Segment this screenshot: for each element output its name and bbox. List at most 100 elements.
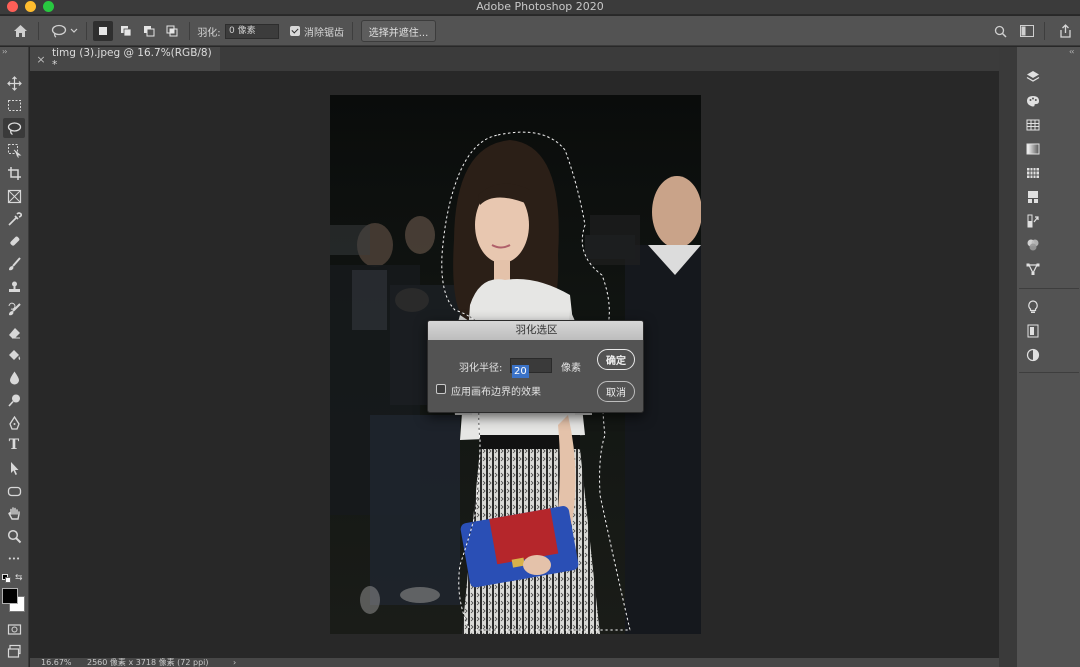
subtract-from-selection-button[interactable] (139, 21, 159, 41)
paint-bucket-tool[interactable] (3, 345, 25, 365)
feather-radius-input[interactable]: 20 (510, 358, 552, 378)
channels-panel-button[interactable] (1024, 236, 1042, 254)
clone-stamp-tool[interactable] (3, 277, 25, 297)
type-tool[interactable]: T (3, 435, 25, 455)
frame-icon (7, 189, 21, 203)
tools-panel: ›› T ••• ⇆ (0, 47, 29, 667)
patterns-panel-button[interactable] (1024, 164, 1042, 182)
pattern-icon (1027, 168, 1039, 178)
workspace-switcher[interactable] (1016, 16, 1038, 46)
document-tab[interactable]: × timg (3).jpeg @ 16.7%(RGB/8) * (30, 47, 220, 71)
move-icon (6, 75, 22, 91)
zoom-level[interactable]: 16.67% (41, 658, 72, 667)
subtract-selection-icon (144, 26, 155, 37)
cancel-button[interactable]: 取消 (597, 381, 635, 402)
adjustments-panel-button[interactable] (1024, 212, 1042, 230)
document-size: 2560 像素 x 3718 像素 (72 ppi) (87, 658, 209, 667)
gradient-icon (1026, 143, 1040, 155)
quick-mask-button[interactable] (3, 619, 25, 639)
intersect-selection-icon (166, 25, 178, 37)
frame-tool[interactable] (3, 186, 25, 206)
feather-radius-value: 20 (512, 365, 529, 378)
apply-canvas-bounds-checkbox[interactable] (436, 384, 446, 394)
home-icon (13, 25, 27, 37)
crop-tool[interactable] (3, 163, 25, 183)
share-icon (1059, 24, 1071, 38)
hand-tool[interactable] (3, 503, 25, 523)
libraries-panel-button[interactable] (1024, 188, 1042, 206)
bandage-icon (9, 236, 19, 246)
tool-preset-picker[interactable] (46, 16, 82, 46)
healing-brush-tool[interactable] (3, 231, 25, 251)
styles-panel-button[interactable] (1024, 346, 1042, 364)
object-select-icon (7, 143, 21, 158)
layers-icon (1026, 71, 1040, 82)
swap-colors-icon[interactable]: ⇆ (15, 573, 23, 583)
contrast-icon (1026, 348, 1040, 362)
eyedropper-icon (7, 211, 22, 226)
options-bar: 羽化: 0 像素 消除锯齿 选择并遮住... (0, 16, 1080, 46)
feather-label: 羽化: (197, 27, 221, 39)
new-selection-button[interactable] (93, 21, 113, 41)
home-button[interactable] (6, 16, 34, 46)
swatches-panel-button[interactable] (1024, 116, 1042, 134)
search-button[interactable] (990, 16, 1010, 46)
learn-panel-button[interactable] (1024, 298, 1042, 316)
status-menu-arrow[interactable]: › (233, 658, 236, 667)
libraries-icon (1028, 191, 1038, 203)
document-tab-bar: × timg (3).jpeg @ 16.7%(RGB/8) * (30, 47, 999, 71)
marquee-tool[interactable] (3, 95, 25, 115)
feather-input[interactable]: 0 像素 (225, 24, 279, 39)
adjustments-icon (1027, 214, 1039, 228)
gradients-panel-button[interactable] (1024, 140, 1042, 158)
antialias-label: 消除锯齿 (304, 27, 344, 39)
eyedropper-tool[interactable] (3, 209, 25, 229)
zoom-tool[interactable] (3, 526, 25, 546)
add-to-selection-button[interactable] (116, 21, 136, 41)
screen-mode-icon (7, 644, 21, 658)
history-brush-tool[interactable] (3, 299, 25, 319)
paths-panel-button[interactable] (1024, 260, 1042, 278)
zoom-icon (7, 529, 21, 543)
lightbulb-icon (1028, 300, 1038, 313)
pen-icon (8, 415, 20, 430)
canvas-scroll-gutter (999, 47, 1016, 667)
layers-panel-button[interactable] (1024, 68, 1042, 86)
intersect-selection-button[interactable] (162, 21, 182, 41)
feather-unit-label: 像素 (561, 363, 581, 374)
properties-icon (1027, 324, 1039, 338)
object-select-tool[interactable] (3, 140, 25, 160)
dodge-tool[interactable] (3, 390, 25, 410)
lasso-tool[interactable] (3, 118, 25, 138)
color-panel-button[interactable] (1024, 92, 1042, 110)
workspace-icon (1020, 25, 1034, 37)
rounded-rect-icon (7, 486, 21, 496)
more-tools-button[interactable]: ••• (3, 549, 25, 569)
dodge-icon (7, 394, 20, 407)
foreground-color-swatch[interactable] (2, 588, 18, 604)
default-colors-icon[interactable] (2, 574, 11, 583)
move-tool[interactable] (3, 73, 25, 93)
path-select-tool[interactable] (3, 458, 25, 478)
eraser-tool[interactable] (3, 322, 25, 342)
arrow-cursor-icon (10, 461, 18, 475)
brush-tool[interactable] (3, 254, 25, 274)
screen-mode-button[interactable] (3, 641, 25, 661)
share-button[interactable] (1055, 16, 1075, 46)
ok-button[interactable]: 确定 (597, 349, 635, 370)
antialias-checkbox[interactable]: 消除锯齿 (287, 16, 347, 46)
shape-tool[interactable] (3, 481, 25, 501)
add-selection-icon (121, 26, 132, 37)
search-icon (994, 25, 1007, 38)
properties-panel-button[interactable] (1024, 322, 1042, 340)
collapse-panels-icon[interactable]: ‹‹ (1069, 47, 1075, 56)
collapse-toolbar-icon[interactable]: ›› (2, 47, 8, 56)
blur-tool[interactable] (3, 367, 25, 387)
palette-icon (1027, 96, 1039, 107)
status-bar: 16.67% 2560 像素 x 3718 像素 (72 ppi) › (30, 658, 999, 667)
select-and-mask-button[interactable]: 选择并遮住... (361, 20, 436, 42)
crop-icon (7, 166, 21, 180)
pen-tool[interactable] (3, 413, 25, 433)
close-tab-icon[interactable]: × (30, 53, 52, 66)
new-selection-icon (99, 27, 107, 35)
